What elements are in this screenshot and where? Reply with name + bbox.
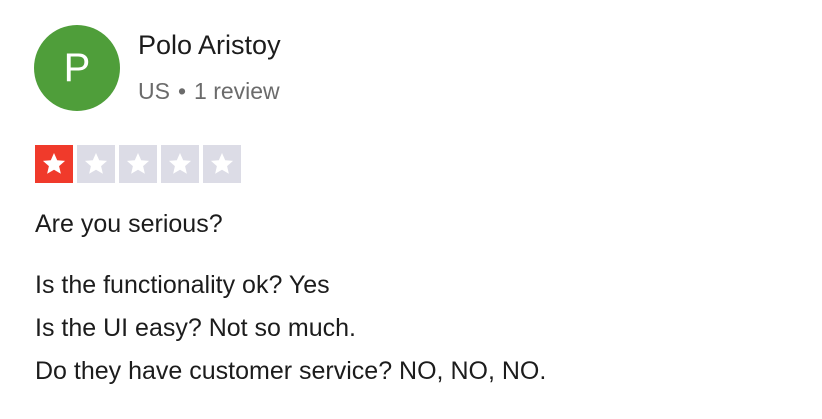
reviewer-name[interactable]: Polo Aristoy bbox=[138, 30, 281, 61]
review-body-line: Is the functionality ok? Yes bbox=[35, 271, 330, 299]
star-empty-icon bbox=[203, 145, 241, 183]
avatar-initial: P bbox=[63, 46, 91, 90]
star-empty-icon bbox=[161, 145, 199, 183]
meta-separator: • bbox=[177, 78, 187, 104]
star-empty-icon bbox=[77, 145, 115, 183]
star-rating bbox=[35, 145, 241, 183]
review-body: Is the functionality ok? Yes Is the UI e… bbox=[35, 264, 546, 393]
review-card: P Polo Aristoy US • 1 review Are you ser… bbox=[0, 0, 822, 419]
reviewer-country: US bbox=[138, 78, 170, 104]
reviewer-review-count: 1 review bbox=[194, 78, 280, 104]
star-empty-icon bbox=[119, 145, 157, 183]
reviewer-meta: US • 1 review bbox=[138, 78, 280, 105]
avatar[interactable]: P bbox=[34, 25, 120, 111]
review-title[interactable]: Are you serious? bbox=[35, 210, 223, 239]
review-body-line: Is the UI easy? Not so much. bbox=[35, 314, 356, 342]
star-filled-icon bbox=[35, 145, 73, 183]
review-body-line: Do they have customer service? NO, NO, N… bbox=[35, 357, 547, 385]
